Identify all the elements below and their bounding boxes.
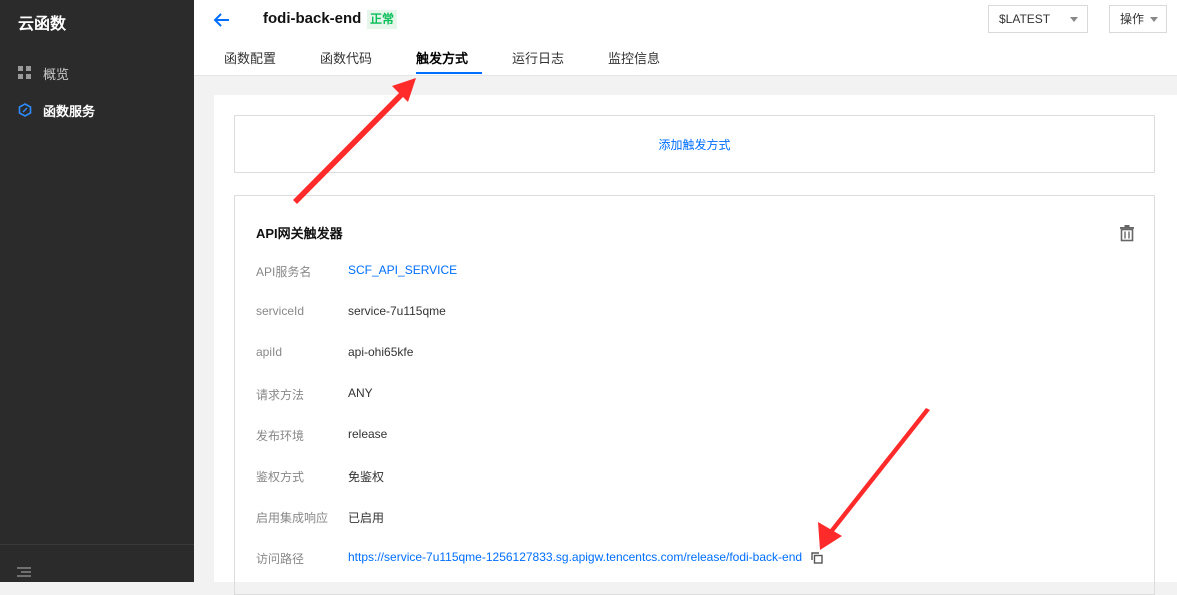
trigger-title: API网关触发器 — [256, 226, 343, 241]
field-label: serviceId — [256, 304, 305, 318]
collapse-menu-icon[interactable] — [17, 566, 31, 581]
sidebar: 云函数 概览 函数服务 — [0, 0, 194, 582]
sidebar-divider — [0, 544, 194, 545]
field-row-auth: 鉴权方式 免鉴权 — [256, 468, 384, 484]
field-row-environment: 发布环境 release — [256, 427, 387, 443]
field-value: service-7u115qme — [348, 304, 446, 318]
sidebar-item-overview[interactable]: 概览 — [18, 63, 69, 83]
access-path-link[interactable]: https://service-7u115qme-1256127833.sg.a… — [348, 550, 802, 566]
field-value: ANY — [348, 386, 373, 400]
field-label: API服务名 — [256, 265, 312, 279]
tab-monitoring[interactable]: 监控信息 — [608, 48, 660, 67]
tab-triggers[interactable]: 触发方式 — [416, 48, 468, 67]
tab-run-logs[interactable]: 运行日志 — [512, 48, 564, 67]
field-label: 发布环境 — [256, 429, 305, 443]
field-label: 访问路径 — [256, 552, 305, 566]
field-row-integration-response: 启用集成响应 已启用 — [256, 509, 384, 525]
chevron-down-icon — [1150, 17, 1158, 22]
operations-button[interactable]: 操作 — [1109, 5, 1167, 33]
active-tab-indicator — [416, 72, 482, 74]
api-service-link[interactable]: SCF_API_SERVICE — [348, 263, 457, 279]
sidebar-item-function-service[interactable]: 函数服务 — [18, 100, 95, 120]
sidebar-item-label: 函数服务 — [43, 103, 96, 119]
api-gateway-trigger-card: API网关触发器 API服务名 SCF_API_SERVICE serviceI… — [234, 195, 1155, 595]
chevron-down-icon — [1070, 17, 1078, 22]
operations-label: 操作 — [1120, 12, 1145, 26]
copy-icon[interactable] — [811, 552, 823, 564]
field-row-api-service: API服务名 SCF_API_SERVICE — [256, 263, 457, 279]
field-value: api-ohi65kfe — [348, 345, 414, 359]
field-label: 鉴权方式 — [256, 470, 305, 484]
grid-icon — [18, 66, 32, 80]
page-title: fodi-back-end — [263, 10, 362, 27]
status-badge: 正常 — [367, 10, 398, 29]
field-row-service-id: serviceId service-7u115qme — [256, 304, 446, 320]
field-row-request-method: 请求方法 ANY — [256, 386, 373, 402]
field-value: 已启用 — [348, 511, 385, 525]
page-header: fodi-back-end 正常 $LATEST 操作 函数配置 函数代码 触发… — [194, 0, 1177, 76]
field-label: 请求方法 — [256, 388, 305, 402]
field-label: 启用集成响应 — [256, 511, 329, 525]
version-select[interactable]: $LATEST — [988, 5, 1088, 33]
field-label: apiId — [256, 345, 283, 359]
sidebar-item-label: 概览 — [43, 66, 70, 82]
version-select-value: $LATEST — [999, 12, 1051, 26]
field-row-api-id: apiId api-ohi65kfe — [256, 345, 413, 361]
tab-function-config[interactable]: 函数配置 — [224, 48, 276, 67]
add-trigger-link[interactable]: 添加触发方式 — [658, 138, 730, 152]
main-content: 添加触发方式 API网关触发器 API服务名 SCF_API_SERVICE s… — [214, 95, 1177, 595]
tab-function-code[interactable]: 函数代码 — [320, 48, 372, 67]
app-brand: 云函数 — [18, 16, 67, 33]
field-value: 免鉴权 — [348, 470, 385, 484]
trash-icon[interactable] — [1118, 224, 1136, 242]
back-arrow-icon[interactable] — [213, 11, 231, 29]
field-row-access-path: 访问路径 https://service-7u115qme-1256127833… — [256, 550, 802, 566]
field-value: release — [348, 427, 388, 441]
hexagon-icon — [18, 103, 32, 117]
add-trigger-box: 添加触发方式 — [234, 115, 1155, 173]
